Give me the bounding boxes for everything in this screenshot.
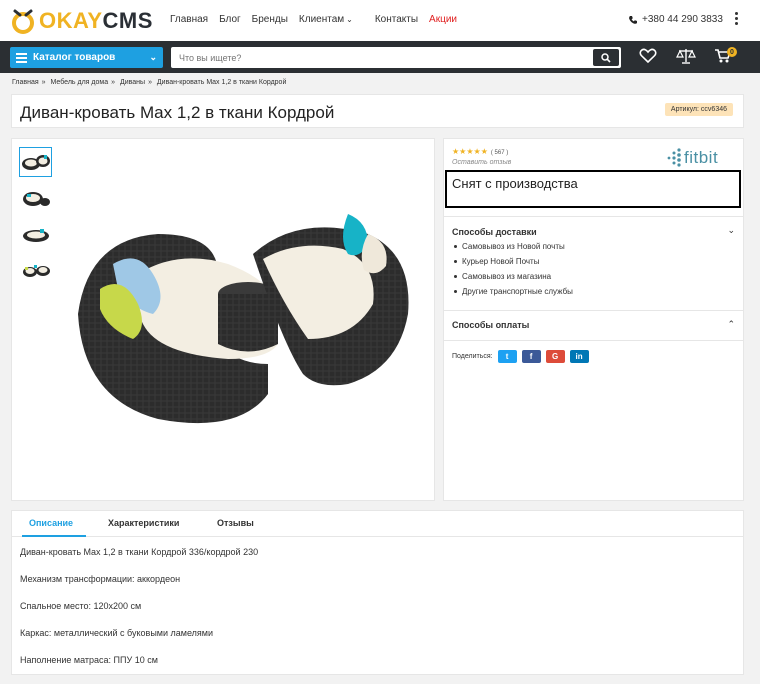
fitbit-icon xyxy=(667,148,681,167)
search-box xyxy=(171,47,621,68)
catalog-label: Каталог товаров xyxy=(33,52,116,63)
review-count: ( 567 ) xyxy=(490,150,509,156)
gallery-thumbnail[interactable] xyxy=(19,255,52,285)
top-bar: OKAYCMS Главная Блог Бренды Клиентам ⌄ Ко… xyxy=(0,0,760,41)
payment-title[interactable]: Способы оплаты xyxy=(452,320,529,330)
status-text: Снят с производства xyxy=(452,176,578,191)
product-status: Снят с производства xyxy=(445,170,741,208)
description-line: Каркас: металлический с буковыми ламелям… xyxy=(20,628,213,638)
chevron-down-icon: ⌄ xyxy=(346,15,353,24)
search-input[interactable] xyxy=(171,47,581,68)
list-item: Самовывоз из магазина xyxy=(454,269,573,284)
breadcrumb-furniture[interactable]: Мебель для дома xyxy=(51,79,109,86)
chevron-down-icon: ⌄ xyxy=(149,52,157,62)
nav-brands[interactable]: Бренды xyxy=(252,14,288,25)
tab-description[interactable]: Описание xyxy=(29,518,73,528)
nav-clients-label: Клиентам xyxy=(298,14,345,25)
description-line: Наполнение матраса: ППУ 10 см xyxy=(20,655,158,665)
active-tab-indicator xyxy=(22,535,86,537)
nav-blog[interactable]: Блог xyxy=(219,14,241,25)
list-item: Другие транспортные службы xyxy=(454,284,573,299)
divider xyxy=(444,216,743,217)
description-line: Диван-кровать Max 1,2 в ткани Кордрой 33… xyxy=(20,547,259,557)
compare-icon[interactable] xyxy=(676,48,696,64)
gallery-thumbnail[interactable] xyxy=(19,183,52,213)
nav-contacts[interactable]: Контакты xyxy=(375,14,418,25)
breadcrumb-home[interactable]: Главная xyxy=(12,79,39,86)
logo-text: OKAYCMS xyxy=(39,8,153,33)
stars-icon: ★★★★★ xyxy=(452,147,488,156)
nav-sale[interactable]: Акции xyxy=(429,14,457,25)
gallery-thumbnail[interactable] xyxy=(19,219,52,249)
product-gallery xyxy=(11,138,435,501)
sku-value: ccv6346 xyxy=(700,106,727,113)
leave-review-link[interactable]: Оставить отзыв xyxy=(452,159,511,166)
rating-stars[interactable]: ★★★★★( 567 ) xyxy=(452,147,508,156)
tab-reviews[interactable]: Отзывы xyxy=(217,518,254,528)
menu-icon xyxy=(16,51,27,65)
breadcrumb-current: Диван-кровать Max 1,2 в ткани Кордрой xyxy=(156,79,287,86)
delivery-list: Самовывоз из Новой почты Курьер Новой По… xyxy=(454,239,573,299)
logo[interactable]: OKAYCMS xyxy=(10,7,153,35)
share-label: Поделиться: xyxy=(452,353,493,360)
divider xyxy=(444,310,743,311)
product-info-panel: ★★★★★( 567 ) Оставить отзыв fitbit Снят … xyxy=(443,138,744,501)
sku-badge: Артикул: ccv6346 xyxy=(664,103,733,116)
sku-label: Артикул: xyxy=(670,106,699,113)
cart-count-badge: 0 xyxy=(727,47,737,57)
google-icon[interactable]: G xyxy=(545,350,565,363)
gallery-thumbnail[interactable] xyxy=(19,147,52,177)
breadcrumb-sofas[interactable]: Диваны xyxy=(120,79,145,86)
tab-characteristics[interactable]: Характеристики xyxy=(108,518,179,528)
list-item: Самовывоз из Новой почты xyxy=(454,239,573,254)
nav-clients[interactable]: Клиентам ⌄ xyxy=(299,14,364,25)
product-image xyxy=(78,214,409,424)
chevron-down-icon[interactable]: ⌄ xyxy=(727,225,735,236)
more-menu-icon[interactable] xyxy=(733,12,739,28)
product-title-box: Диван-кровать Max 1,2 в ткани Кордрой Ар… xyxy=(11,94,744,128)
catalog-button[interactable]: Каталог товаров ⌄ xyxy=(10,47,163,68)
page-title: Диван-кровать Max 1,2 в ткани Кордрой xyxy=(20,103,335,122)
breadcrumb: Главная» Мебель для дома» Диваны» Диван-… xyxy=(12,79,287,86)
phone-text: +380 44 290 3833 xyxy=(642,14,723,25)
tab-bar: Описание Характеристики Отзывы xyxy=(12,511,743,537)
heart-icon[interactable] xyxy=(639,48,657,64)
facebook-icon[interactable]: f xyxy=(521,350,541,363)
nav-home[interactable]: Главная xyxy=(170,14,208,25)
search-icon xyxy=(601,52,611,63)
delivery-title[interactable]: Способы доставки xyxy=(452,227,537,237)
logo-icon xyxy=(12,9,34,34)
twitter-icon[interactable]: t xyxy=(497,350,517,363)
description-line: Спальное место: 120х200 см xyxy=(20,601,142,611)
search-button[interactable] xyxy=(593,49,619,66)
divider xyxy=(444,340,743,341)
brand-name: fitbit xyxy=(684,148,719,167)
main-nav: Главная Блог Бренды Клиентам ⌄ Контакты А… xyxy=(170,14,468,25)
product-tabs: Описание Характеристики Отзывы Диван-кро… xyxy=(11,510,744,675)
list-item: Курьер Новой Почты xyxy=(454,254,573,269)
share-bar: Поделиться: t f G in xyxy=(452,350,589,363)
phone-number[interactable]: +380 44 290 3833 xyxy=(628,14,723,25)
linkedin-icon[interactable]: in xyxy=(569,350,589,363)
description-line: Механизм трансформации: аккордеон xyxy=(20,574,181,584)
chevron-up-icon[interactable]: ⌃ xyxy=(727,319,735,330)
phone-icon xyxy=(629,15,637,24)
brand-logo[interactable]: fitbit xyxy=(666,148,718,168)
